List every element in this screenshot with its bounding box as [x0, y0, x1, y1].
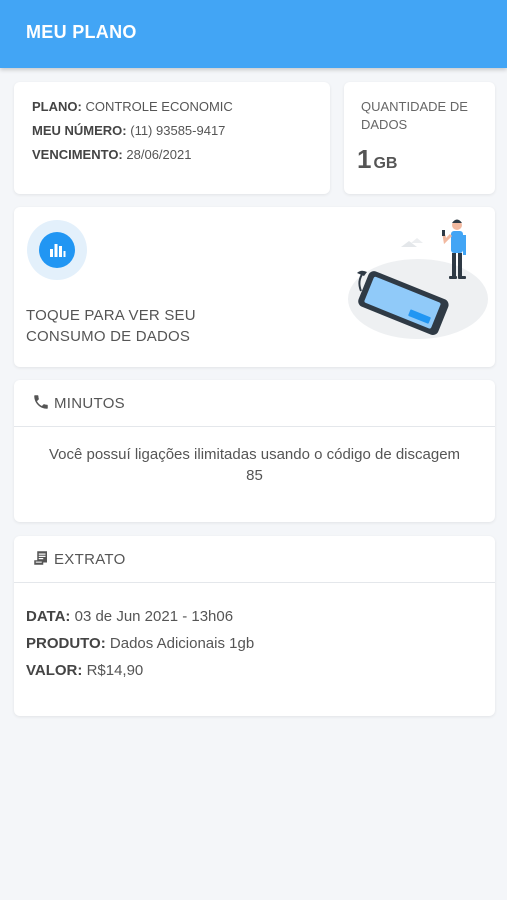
phone-number-row: MEU NÚMERO: (11) 93585-9417: [32, 123, 225, 138]
plan-name-label: PLANO:: [32, 99, 82, 114]
phone-number-value: (11) 93585-9417: [130, 123, 226, 138]
plan-name-row: PLANO: CONTROLE ECONOMIC: [32, 99, 233, 114]
statement-value-label: VALOR:: [26, 662, 83, 679]
statement-title: EXTRATO: [54, 551, 126, 568]
page-title: MEU PLANO: [26, 22, 137, 42]
statement-header: EXTRATO: [14, 536, 495, 583]
plan-info-card: PLANO: CONTROLE ECONOMIC MEU NÚMERO: (11…: [14, 82, 330, 194]
statement-product-row: PRODUTO: Dados Adicionais 1gb: [26, 635, 254, 652]
bar-chart-icon: [39, 232, 75, 268]
statement-product-value: Dados Adicionais 1gb: [109, 635, 255, 652]
phone-illustration: [348, 219, 488, 339]
receipt-icon: [34, 551, 47, 565]
minutes-title: MINUTOS: [54, 395, 125, 412]
phone-icon: [34, 395, 48, 409]
due-date-row: VENCIMENTO: 28/06/2021: [32, 147, 191, 162]
statement-value-value: R$14,90: [86, 662, 144, 679]
data-amount-card: QUANTIDADE DE DADOS 1 GB: [344, 82, 495, 194]
data-amount-unit: GB: [373, 155, 398, 172]
data-usage-icon-container: [27, 220, 87, 280]
phone-number-label: MEU NÚMERO:: [32, 123, 127, 138]
minutes-description: Você possuí ligações ilimitadas usando o…: [48, 446, 461, 484]
data-usage-cta: TOQUE PARA VER SEU CONSUMO DE DADOS: [26, 307, 196, 345]
data-usage-card[interactable]: TOQUE PARA VER SEU CONSUMO DE DADOS: [14, 207, 495, 367]
data-amount-number: 1: [357, 144, 372, 174]
statement-product-label: PRODUTO:: [26, 635, 106, 652]
statement-card: EXTRATO DATA: 03 de Jun 2021 - 13h06 PRO…: [14, 536, 495, 716]
plan-name-value: CONTROLE ECONOMIC: [85, 99, 233, 114]
minutes-header: MINUTOS: [14, 380, 495, 427]
due-date-label: VENCIMENTO:: [32, 147, 123, 162]
data-amount-value: 1 GB: [357, 144, 397, 175]
data-amount-label: QUANTIDADE DE DADOS: [361, 99, 468, 132]
statement-value-row: VALOR: R$14,90: [26, 662, 143, 679]
due-date-value: 28/06/2021: [126, 147, 192, 162]
app-bar: MEU PLANO: [0, 0, 507, 68]
statement-date-row: DATA: 03 de Jun 2021 - 13h06: [26, 608, 233, 625]
statement-date-value: 03 de Jun 2021 - 13h06: [74, 608, 234, 625]
statement-date-label: DATA:: [26, 608, 71, 625]
minutes-card: MINUTOS Você possuí ligações ilimitadas …: [14, 380, 495, 522]
